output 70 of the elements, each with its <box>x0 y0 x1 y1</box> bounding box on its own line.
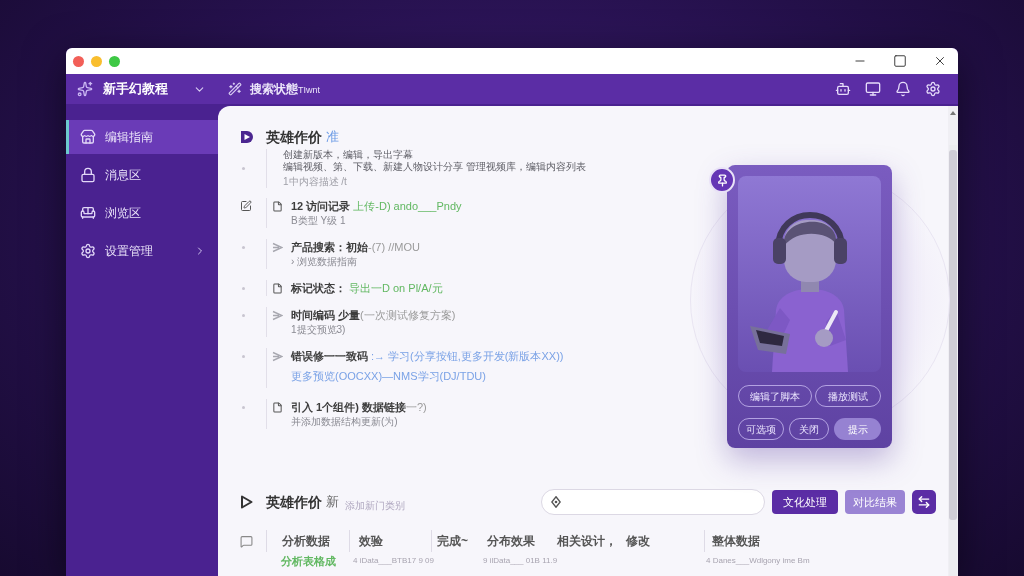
store-icon <box>80 129 96 145</box>
column-header: 分析数据 <box>266 530 349 552</box>
section-title: 英雄作价 <box>266 127 322 147</box>
section-subtitle: 添加新门类别 <box>345 499 405 513</box>
caret-right-icon <box>272 309 283 321</box>
entry-title: 错误修一一致码 <box>291 348 368 364</box>
robot-icon[interactable] <box>835 81 851 97</box>
bell-icon[interactable] <box>895 81 911 97</box>
pin-icon[interactable] <box>709 167 735 193</box>
entry-suffix: 一?) <box>405 399 427 415</box>
sparkles-icon <box>77 81 93 97</box>
scroll-up-icon[interactable] <box>950 111 956 115</box>
table-cell-text: 9 ilData___ 01B 11.9 <box>482 555 555 567</box>
description-line: 编辑视频、第、下载、新建人物设计分享 管理视频库，编辑内容列表 <box>283 161 586 173</box>
document-icon <box>272 282 283 294</box>
column-header: 修改 <box>625 533 651 550</box>
column-header: 效验 <box>349 530 431 552</box>
edit-icon[interactable] <box>240 200 252 212</box>
entry-title: 12 访问记录 <box>291 198 351 214</box>
column-header: 完成~ <box>431 530 481 552</box>
entry-note: 1提交预览3) <box>290 323 347 337</box>
swap-button[interactable] <box>912 490 936 514</box>
play-icon <box>240 130 254 144</box>
breadcrumb-text: 搜索状態TIwnt <box>250 81 320 98</box>
description-line: 1中内容描述 /t <box>283 176 348 188</box>
sidebar-item[interactable]: 浏览区 <box>66 196 218 230</box>
entry-title: 产品搜索：初始 <box>291 239 368 255</box>
search-field[interactable] <box>541 489 765 515</box>
maximize-icon[interactable] <box>893 54 907 68</box>
entry-suffix: (一次测试修复方案) <box>360 307 456 323</box>
entry-title: 标记状态： <box>291 280 346 296</box>
app-name: 新手幻教程 <box>103 80 168 99</box>
section-title: 英雄作价 <box>266 492 322 512</box>
settings-icon[interactable] <box>925 81 941 97</box>
table-cell-text: 4 Danes___Wdlgony ime Bm <box>705 555 811 567</box>
entry-note: B类型 Y级 1 <box>290 214 347 228</box>
caret-right-icon <box>272 241 283 253</box>
sidebar-item[interactable]: 设置管理 <box>66 234 218 268</box>
section-tag: 准 <box>326 127 339 147</box>
entry-note: 并添加数据结构更新(为) <box>290 415 399 429</box>
entry-title: 时间编码 少量 <box>291 307 361 323</box>
section-tag: 新 <box>326 492 339 512</box>
screen-icon[interactable] <box>865 81 881 97</box>
sidebar-item[interactable]: 消息区 <box>66 158 218 192</box>
lock-icon <box>80 167 96 183</box>
caret-right-icon <box>272 350 283 362</box>
magic-wand-icon <box>228 82 242 96</box>
settings-icon <box>80 243 96 259</box>
arrows-icon <box>917 495 931 509</box>
diamond-icon <box>551 496 561 508</box>
play-icon <box>240 495 253 509</box>
sofa-icon <box>80 205 96 221</box>
column-header: 整体数据 <box>704 530 936 552</box>
table-cell-text: 分析表格成 <box>280 554 337 569</box>
document-icon <box>272 200 283 212</box>
column-header: 相关设计， <box>556 533 618 550</box>
column-header: 分布效果 <box>486 533 536 550</box>
entry-title: 引入 1个组件) 数据链接 <box>291 399 406 415</box>
entry-highlight: 上传-D) ando___Pndy <box>353 198 462 214</box>
traffic-light-close-icon[interactable] <box>73 55 84 67</box>
entry-highlight: :→ 学习(分享按钮,更多开发(新版本XX)) <box>371 348 564 364</box>
entry-suffix: -(7) //MOU <box>368 239 420 255</box>
entry-note: 更多预览(OOCXX)—NMS学习(DJ/TDU) <box>290 369 487 384</box>
description-line: 创建新版本，编辑，导出字幕 <box>283 149 414 161</box>
close-icon[interactable] <box>933 54 947 68</box>
sidebar-item[interactable]: 编辑指南 <box>66 120 218 154</box>
entry-note: › 浏览数据指南 <box>290 255 359 269</box>
action-button[interactable]: 文化处理 <box>772 490 838 514</box>
entry-highlight: 导出一D on Pl/A/元 <box>349 280 443 296</box>
document-icon <box>272 401 283 413</box>
